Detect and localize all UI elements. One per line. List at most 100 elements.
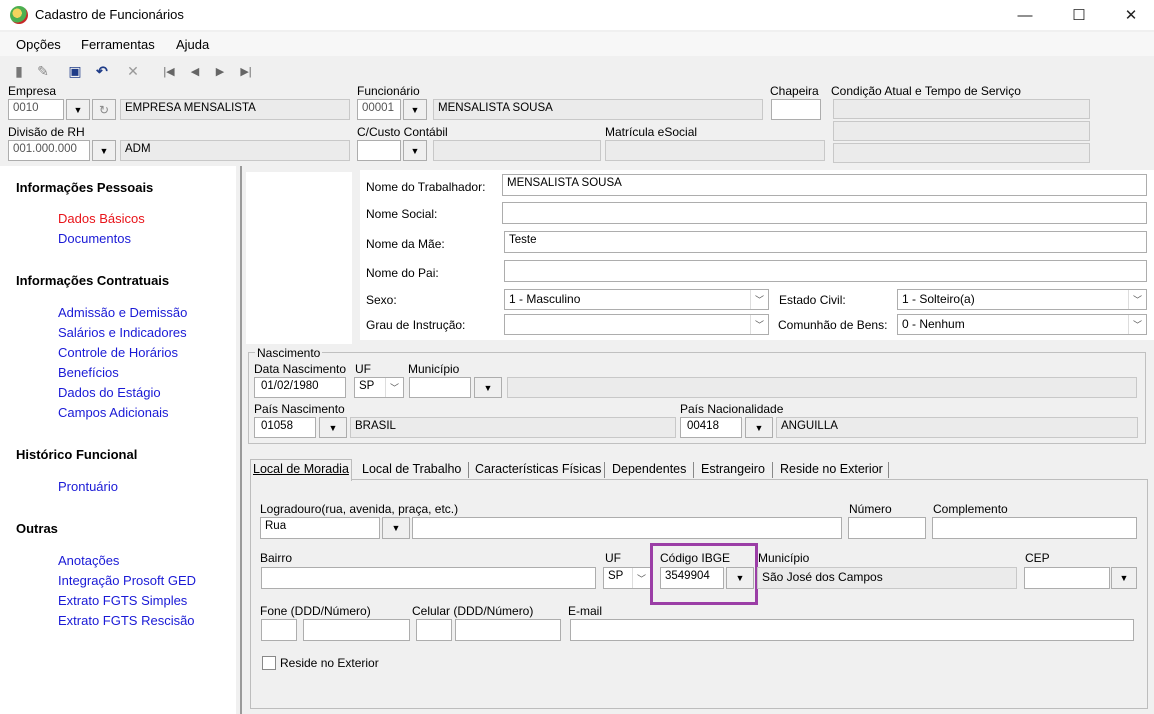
tab-reside-exterior[interactable]: Reside no Exterior [778,460,885,480]
municipio-nascimento-label: Município [408,362,460,376]
empresa-dropdown-button[interactable]: ▼ [66,99,90,120]
menu-ajuda[interactable]: Ajuda [176,37,209,52]
sidebar-section-contratuais: Informações Contratuais [16,273,170,288]
estado-civil-select[interactable]: 1 - Solteiro(a) ﹀ [897,289,1147,310]
employee-photo[interactable] [246,172,352,344]
sidebar-item-admissao[interactable]: Admissão e Demissão [58,305,187,320]
tab-dependentes[interactable]: Dependentes [610,460,688,480]
sidebar-item-salarios[interactable]: Salários e Indicadores [58,325,187,340]
tab-caracteristicas-fisicas[interactable]: Características Físicas [473,460,603,480]
sidebar-item-anotacoes[interactable]: Anotações [58,553,119,568]
sidebar-item-documentos[interactable]: Documentos [58,231,131,246]
ccusto-name-field [433,140,601,161]
pais-nacionalidade-dropdown-button[interactable]: ▼ [745,417,773,438]
email-field[interactable] [570,619,1134,641]
complemento-label: Complemento [933,502,1008,516]
celular-numero-field[interactable] [455,619,561,641]
fone-ddd-field[interactable] [261,619,297,641]
nome-trabalhador-field[interactable]: MENSALISTA SOUSA [502,174,1147,196]
tab-estrangeiro[interactable]: Estrangeiro [699,460,767,480]
window-title: Cadastro de Funcionários [35,7,184,22]
uf-moradia-value: SP [608,570,624,582]
nome-pai-field[interactable] [504,260,1147,282]
fone-label: Fone (DDD/Número) [260,604,371,618]
data-nascimento-field[interactable]: 01/02/1980 [254,377,346,398]
divisao-dropdown-button[interactable]: ▼ [92,140,116,161]
tab-local-moradia[interactable]: Local de Moradia [250,459,352,481]
sidebar-item-horarios[interactable]: Controle de Horários [58,345,178,360]
municipio-nascimento-code[interactable] [409,377,471,398]
sidebar-item-estagio[interactable]: Dados do Estágio [58,385,161,400]
sidebar-item-integracao[interactable]: Integração Prosoft GED [58,573,196,588]
complemento-field[interactable] [932,517,1137,539]
chapeira-field[interactable] [771,99,821,120]
sidebar-item-campos[interactable]: Campos Adicionais [58,405,169,420]
edit-icon[interactable]: ✎ [34,62,52,80]
undo-icon[interactable]: ↶ [93,62,111,80]
new-icon[interactable]: ▮ [10,62,28,80]
app-icon [10,6,28,24]
uf-nascimento-label: UF [355,362,371,376]
next-record-icon[interactable]: ▶ [211,62,229,80]
sidebar-item-fgts-rescisao[interactable]: Extrato FGTS Rescisão [58,613,195,628]
sidebar-item-prontuario[interactable]: Prontuário [58,479,118,494]
save-icon[interactable]: ▣ [66,62,84,80]
bairro-field[interactable] [261,567,596,589]
close-button[interactable]: ✕ [1108,0,1154,30]
tab-local-trabalho[interactable]: Local de Trabalho [360,460,463,480]
first-record-icon[interactable]: |◀ [160,62,178,80]
pais-nascimento-name: BRASIL [350,417,676,438]
menu-opcoes[interactable]: Opções [16,37,61,52]
pais-nacionalidade-code[interactable]: 00418 [680,417,742,438]
pais-nacionalidade-name: ANGUILLA [776,417,1138,438]
sidebar-item-beneficios[interactable]: Benefícios [58,365,119,380]
logradouro-tipo-field[interactable]: Rua [260,517,380,539]
maximize-button[interactable]: ☐ [1056,0,1102,30]
comunhao-select[interactable]: 0 - Nenhum ﹀ [897,314,1147,335]
numero-label: Número [849,502,892,516]
pais-nascimento-code[interactable]: 01058 [254,417,316,438]
reside-exterior-label: Reside no Exterior [280,656,379,670]
condicao-field-2 [833,121,1090,141]
menu-ferramentas[interactable]: Ferramentas [81,37,155,52]
minimize-button[interactable]: — [1002,0,1048,30]
reside-exterior-checkbox[interactable] [262,656,276,670]
numero-field[interactable] [848,517,926,539]
municipio-nascimento-dropdown-button[interactable]: ▼ [474,377,502,398]
uf-nascimento-select[interactable]: SP ﹀ [354,377,404,398]
delete-icon[interactable]: ✕ [124,62,142,80]
nome-mae-field[interactable]: Teste [504,231,1147,253]
divisao-label: Divisão de RH [8,125,85,139]
sidebar-item-dados-basicos[interactable]: Dados Básicos [58,211,145,226]
uf-moradia-select[interactable]: SP ﹀ [603,567,651,589]
grau-instrucao-select[interactable]: ﹀ [504,314,769,335]
last-record-icon[interactable]: ▶| [237,62,255,80]
menu-bar [0,32,1154,56]
chapeira-label: Chapeira [770,84,819,98]
refresh-icon[interactable]: ↻ [92,99,116,120]
prev-record-icon[interactable]: ◀ [186,62,204,80]
celular-ddd-field[interactable] [416,619,452,641]
sexo-value: 1 - Masculino [509,292,581,306]
ccusto-code-field[interactable] [357,140,401,161]
divisao-code-field[interactable]: 001.000.000 [8,140,90,161]
funcionario-dropdown-button[interactable]: ▼ [403,99,427,120]
funcionario-name-field: MENSALISTA SOUSA [433,99,763,120]
pais-nascimento-dropdown-button[interactable]: ▼ [319,417,347,438]
empresa-label: Empresa [8,84,57,98]
nome-mae-label: Nome da Mãe: [366,237,445,251]
ccusto-dropdown-button[interactable]: ▼ [403,140,427,161]
cep-field[interactable] [1024,567,1110,589]
funcionario-code-field[interactable]: 00001 [357,99,401,120]
matricula-label: Matrícula eSocial [605,125,698,139]
chevron-down-icon: ﹀ [750,290,768,309]
empresa-name-field: EMPRESA MENSALISTA [120,99,350,120]
sidebar-item-fgts-simples[interactable]: Extrato FGTS Simples [58,593,187,608]
logradouro-field[interactable] [412,517,842,539]
fone-numero-field[interactable] [303,619,410,641]
cep-dropdown-button[interactable]: ▼ [1111,567,1137,589]
sexo-select[interactable]: 1 - Masculino ﹀ [504,289,769,310]
logradouro-tipo-dropdown-button[interactable]: ▼ [382,517,410,539]
nome-social-field[interactable] [502,202,1147,224]
empresa-code-field[interactable]: 0010 [8,99,64,120]
